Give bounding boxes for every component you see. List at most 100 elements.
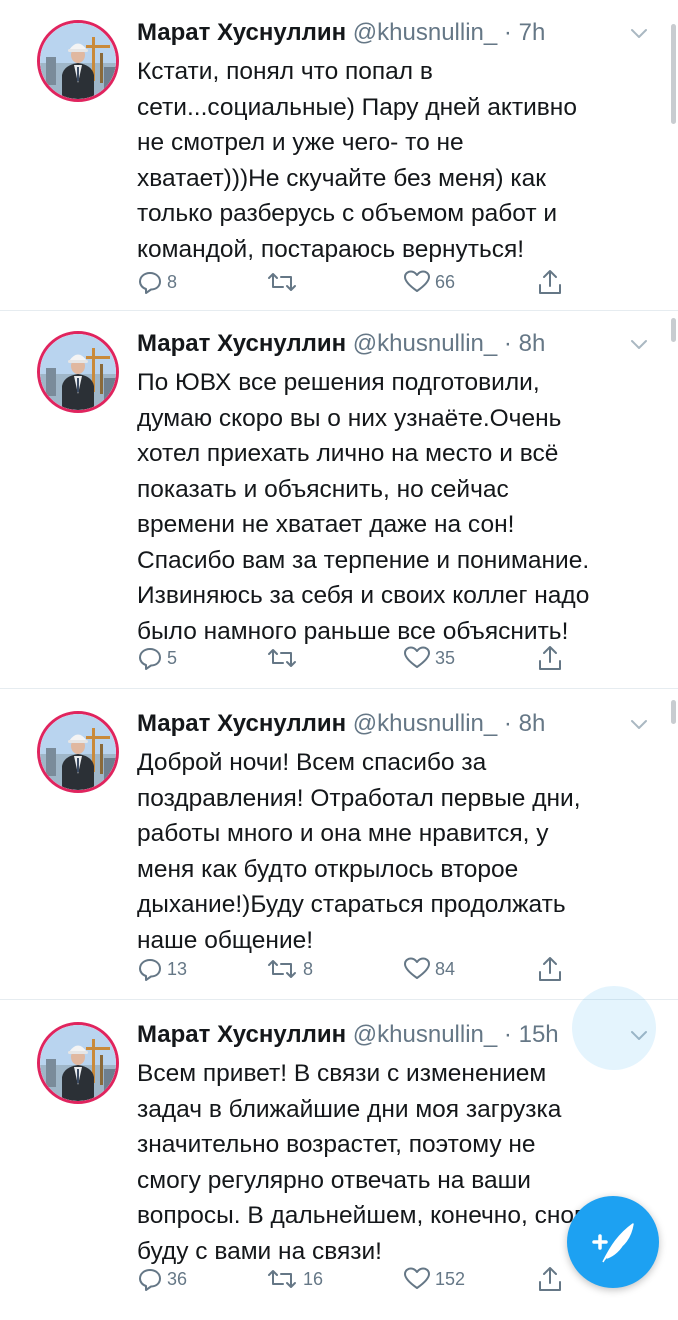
separator-dot: ·	[503, 330, 512, 357]
tweet-text-line: По ЮВХ все решения подготовили,	[137, 369, 540, 396]
like-button[interactable]: 66	[403, 265, 455, 299]
tweet-text-line: хотел приехать лично на место и всё	[137, 440, 559, 467]
tweet-text-line: думаю скоро вы о них узнаёте.Очень	[137, 404, 562, 432]
user-handle[interactable]: @khusnullin_	[353, 1021, 497, 1048]
tweet-actions: 5 35	[137, 641, 577, 675]
reply-icon	[137, 1266, 163, 1292]
reply-button[interactable]: 13	[137, 952, 187, 986]
heart-icon	[403, 1266, 431, 1292]
share-icon	[537, 644, 563, 672]
like-button[interactable]: 35	[403, 641, 455, 675]
tweet-text-line: времени не хватает даже на сон!	[137, 511, 515, 538]
tweet-header: Марат Хуснуллин @khusnullin_ · 8h	[137, 327, 638, 361]
user-handle[interactable]: @khusnullin_	[353, 710, 497, 737]
tweet-text-line: значительно возрастет, поэтому не	[137, 1131, 536, 1158]
tweet-header: Марат Хуснуллин @khusnullin_ · 8h	[137, 707, 638, 741]
like-count: 152	[435, 1268, 466, 1289]
avatar[interactable]	[37, 331, 119, 413]
tweet-text-line: задач в ближайшие дни моя загрузка	[137, 1095, 562, 1123]
tweet-text-line: смогу регулярно отвечать на ваши	[137, 1166, 531, 1194]
reply-count: 13	[167, 958, 188, 979]
timestamp[interactable]: 15h	[519, 1021, 559, 1048]
tweet-header: Марат Хуснуллин @khusnullin_ · 7h	[137, 16, 638, 50]
tweet-text-line: Доброй ночи! Всем спасибо за	[137, 749, 487, 776]
share-button[interactable]	[537, 952, 563, 986]
tweet-text-line: Всем привет! В связи с изменением	[137, 1060, 547, 1087]
share-button[interactable]	[537, 1262, 563, 1296]
tweet-text-line: Извиняюсь за себя и своих коллег надо	[137, 582, 590, 609]
heart-icon	[403, 956, 431, 982]
reply-count: 5	[167, 647, 178, 668]
user-handle[interactable]: @khusnullin_	[353, 330, 497, 357]
tweet-actions: 36 16 152	[137, 1262, 577, 1296]
chevron-down-icon[interactable]	[628, 713, 650, 735]
compose-tweet-icon	[592, 1223, 634, 1263]
reply-icon	[137, 645, 163, 671]
tweet-text-line: только разберусь с объемом работ и	[137, 200, 558, 227]
chevron-down-icon[interactable]	[628, 333, 650, 355]
reply-icon	[137, 956, 163, 982]
chevron-down-icon[interactable]	[628, 22, 650, 44]
retweet-count: 16	[303, 1268, 324, 1289]
like-button[interactable]: 84	[403, 952, 455, 986]
avatar[interactable]	[37, 20, 119, 102]
heart-icon	[403, 645, 431, 671]
retweet-button[interactable]: 16	[265, 1262, 323, 1296]
timestamp[interactable]: 8h	[519, 330, 546, 357]
retweet-count: 8	[303, 958, 314, 979]
display-name[interactable]: Марат Хуснуллин	[137, 19, 346, 46]
tweet-actions: 8 66	[137, 265, 577, 299]
scroll-indicator	[671, 24, 676, 124]
reply-button[interactable]: 8	[137, 265, 177, 299]
retweet-icon	[265, 956, 299, 982]
tweet-actions: 13 8 84	[137, 952, 577, 986]
reply-count: 36	[167, 1268, 188, 1289]
tweet-header: Марат Хуснуллин @khusnullin_ · 15h	[137, 1018, 638, 1052]
tweet-text: По ЮВХ все решения подготовили, думаю ско…	[137, 365, 652, 649]
separator-dot: ·	[503, 710, 512, 737]
retweet-icon	[265, 645, 299, 671]
avatar[interactable]	[37, 711, 119, 793]
like-count: 66	[435, 271, 456, 292]
retweet-button[interactable]: 8	[265, 952, 313, 986]
share-icon	[537, 1265, 563, 1293]
reply-icon	[137, 269, 163, 295]
tweet-text-line: хватает)))Не скучайте без меня) как	[137, 164, 546, 192]
user-handle[interactable]: @khusnullin_	[353, 19, 497, 46]
compose-button-shadow	[572, 986, 656, 1070]
display-name[interactable]: Марат Хуснуллин	[137, 1021, 346, 1048]
tweet-text-line: Кстати, понял что попал в	[137, 58, 433, 85]
compose-tweet-button[interactable]	[567, 1196, 659, 1288]
tweet-text-line: показать и объяснить, но сейчас	[137, 475, 509, 503]
tweet[interactable]: Марат Хуснуллин @khusnullin_ · 7h Кстати…	[0, 0, 678, 311]
display-name[interactable]: Марат Хуснуллин	[137, 710, 346, 737]
tweet[interactable]: Марат Хуснуллин @khusnullin_ · 8h По ЮВХ…	[0, 311, 678, 689]
share-icon	[537, 268, 563, 296]
scroll-indicator	[671, 318, 676, 342]
retweet-icon	[265, 269, 299, 295]
tweet-text: Кстати, понял что попал в сети...социальн…	[137, 54, 652, 267]
timestamp[interactable]: 7h	[519, 19, 546, 46]
tweet-text-line: сети...социальные) Пару дней активно	[137, 93, 577, 121]
reply-button[interactable]: 5	[137, 641, 177, 675]
tweet-text-line: дыхание!)Буду стараться продолжать	[137, 891, 566, 918]
tweet[interactable]: Марат Хуснуллин @khusnullin_ · 8h Доброй…	[0, 689, 678, 1000]
retweet-button[interactable]	[265, 265, 303, 299]
timestamp[interactable]: 8h	[519, 710, 546, 737]
separator-dot: ·	[503, 19, 512, 46]
reply-button[interactable]: 36	[137, 1262, 187, 1296]
retweet-icon	[265, 1266, 299, 1292]
tweet-text-line: командой, постараюсь вернуться!	[137, 235, 525, 263]
avatar[interactable]	[37, 1022, 119, 1104]
display-name[interactable]: Марат Хуснуллин	[137, 330, 346, 357]
tweet-text-line: меня как будто открылось второе	[137, 855, 519, 883]
share-icon	[537, 955, 563, 983]
reply-count: 8	[167, 271, 178, 292]
like-count: 35	[435, 647, 456, 668]
like-button[interactable]: 152	[403, 1262, 465, 1296]
heart-icon	[403, 269, 431, 295]
share-button[interactable]	[537, 265, 563, 299]
retweet-button[interactable]	[265, 641, 303, 675]
tweet-text-line: поздравления! Отработал первые дни,	[137, 784, 581, 812]
share-button[interactable]	[537, 641, 563, 675]
